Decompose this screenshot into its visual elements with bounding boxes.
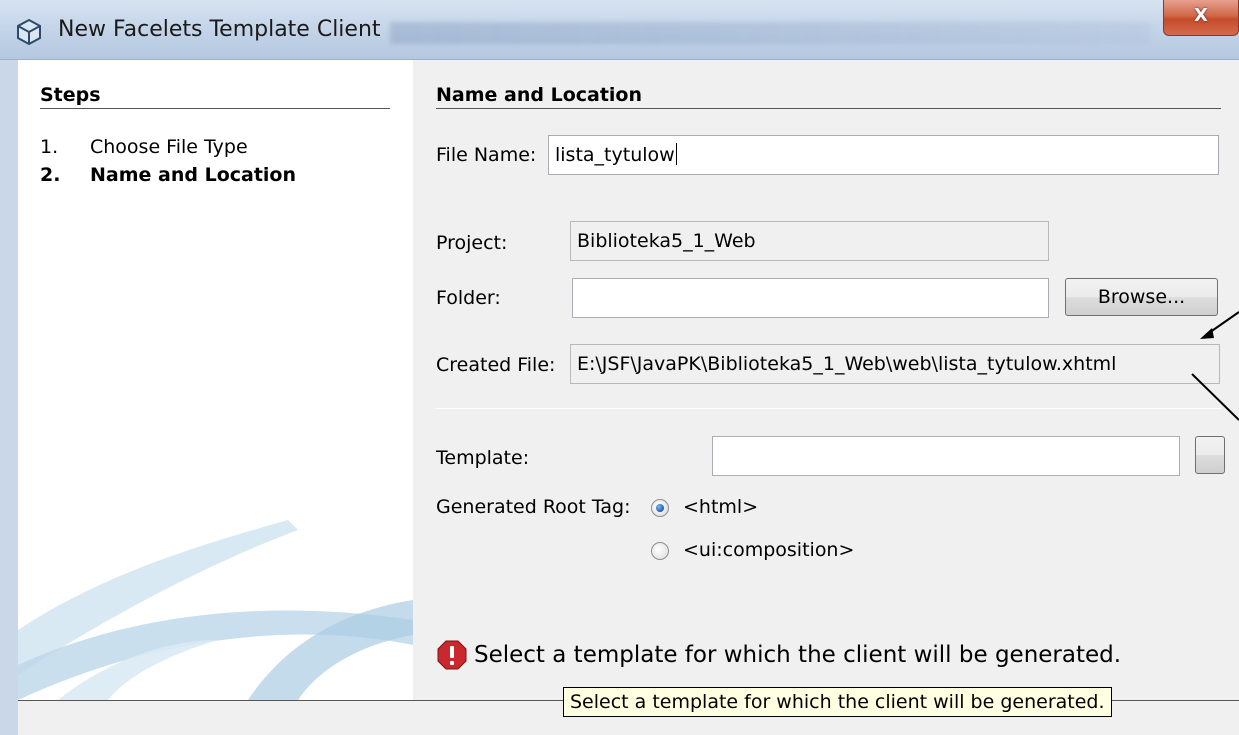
folder-label: Folder: [436, 287, 501, 309]
wizard-dialog: Steps 1. Choose File Type 2. Name and Loca… [0, 60, 1239, 735]
radio-ui-composition-label: <ui:composition> [683, 539, 855, 561]
text-caret [675, 143, 677, 165]
created-file-field: E:\JSF\JavaPK\Biblioteka5_1_Web\web\list… [570, 344, 1220, 384]
cube-icon [17, 18, 41, 46]
step-number: 1. [40, 136, 59, 158]
close-button[interactable]: X [1163, 0, 1239, 36]
template-label: Template: [436, 447, 530, 469]
radio-html-label: <html> [683, 496, 759, 518]
step-label: Name and Location [90, 164, 297, 186]
radio-ui-composition[interactable] [651, 542, 669, 560]
name-and-location-panel: Name and Location File Name: lista_tytul… [413, 60, 1239, 700]
decorative-swoosh-graphic [18, 520, 413, 700]
root-tag-label: Generated Root Tag: [436, 496, 631, 518]
steps-divider [40, 108, 390, 109]
file-name-value: lista_tytulow [555, 144, 675, 166]
error-icon [437, 640, 467, 670]
section-title: Name and Location [436, 84, 643, 106]
template-browse-button[interactable] [1195, 436, 1225, 474]
step-choose-file-type: 1. Choose File Type [40, 136, 248, 158]
step-name-and-location: 2. Name and Location [40, 164, 296, 186]
steps-panel: Steps 1. Choose File Type 2. Name and Loca… [18, 60, 413, 700]
section-divider [436, 108, 1221, 109]
template-input[interactable] [712, 436, 1180, 476]
background-taskbar-blur [390, 22, 1150, 44]
radio-html[interactable] [651, 499, 669, 517]
error-message: Select a template for which the client w… [474, 642, 1122, 668]
steps-title: Steps [40, 84, 101, 106]
step-number: 2. [40, 164, 61, 186]
project-field: Biblioteka5_1_Web [570, 221, 1049, 261]
tooltip: Select a template for which the client w… [563, 687, 1112, 717]
file-name-input[interactable]: lista_tytulow [548, 135, 1219, 175]
project-label: Project: [436, 232, 508, 254]
folder-input[interactable] [572, 278, 1049, 318]
title-bar: New Facelets Template Client X [0, 0, 1239, 60]
step-label: Choose File Type [90, 136, 248, 158]
form-separator [436, 408, 1221, 409]
file-name-label: File Name: [436, 144, 537, 166]
window-title: New Facelets Template Client [58, 17, 381, 42]
created-file-label: Created File: [436, 354, 556, 376]
annotation-arrows [1191, 311, 1239, 421]
